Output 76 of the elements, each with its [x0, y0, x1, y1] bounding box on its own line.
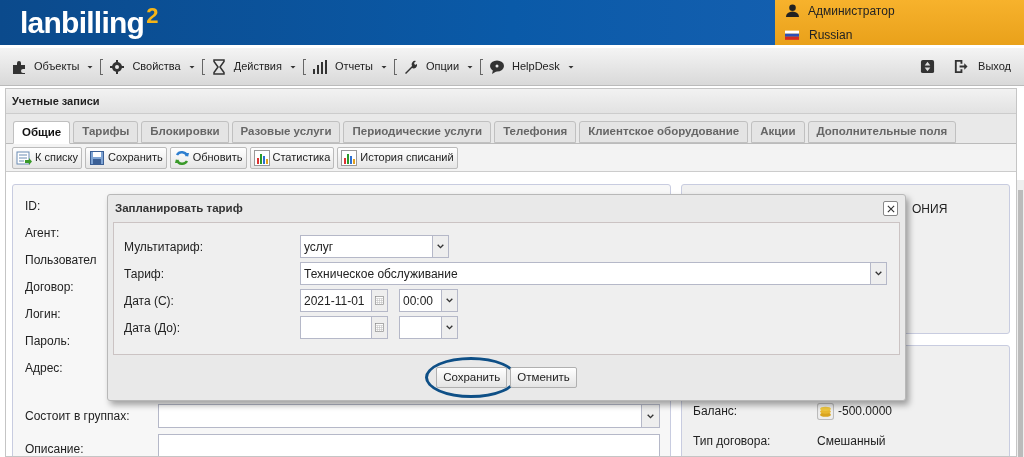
logout-button[interactable]: Выход [953, 58, 1011, 75]
field-label: Дата (До): [124, 319, 182, 337]
field-label: Описание: [25, 441, 85, 456]
logout-icon [953, 59, 969, 74]
close-icon [885, 203, 896, 214]
tab[interactable]: Общие [13, 121, 71, 144]
chevron-down-icon [874, 269, 883, 278]
bar-chart-icon [253, 149, 270, 166]
logo-text: lanbilling [20, 8, 145, 38]
toolbar-button[interactable]: Статистика [249, 146, 335, 169]
tab[interactable]: Разовые услуги [231, 121, 341, 143]
field-label: Пользовател [25, 252, 97, 269]
contract-type-value: Смешанный [817, 433, 886, 450]
balance-value: -500.0000 [838, 403, 893, 420]
field-label: Дата (С): [124, 292, 175, 310]
field-label: Логин: [25, 306, 61, 323]
calendar-icon [374, 295, 385, 306]
date-field[interactable] [300, 316, 388, 339]
tab[interactable]: Тарифы [73, 121, 139, 143]
bar-chart-icon [341, 149, 358, 166]
dialog-button[interactable]: Сохранить [436, 367, 508, 388]
hourglass-icon [210, 58, 227, 75]
time-field[interactable] [399, 316, 458, 339]
tab[interactable]: Периодические услуги [343, 121, 492, 143]
scrollbar[interactable] [1017, 180, 1024, 457]
field-label: Тип договора: [693, 433, 772, 450]
close-button[interactable] [883, 201, 898, 216]
chevron-down-icon [436, 242, 445, 251]
dialog-title: Запланировать тариф [115, 200, 243, 216]
tariff-value: ОНИЯ [912, 202, 948, 216]
bar-chart-icon [311, 58, 328, 75]
dialog-button[interactable]: Отменить [510, 367, 577, 388]
field-label: Тариф: [124, 265, 166, 283]
list-icon [16, 149, 32, 166]
toolbar-button[interactable]: История списаний [337, 146, 458, 169]
menu-item[interactable]: Объекты [9, 58, 97, 75]
toolbar-button[interactable]: К списку [12, 146, 82, 169]
tab[interactable]: Акции [751, 121, 805, 143]
menu-item[interactable]: HelpDesk [487, 58, 577, 75]
field-label: Мультитариф: [124, 238, 204, 256]
menu-item[interactable]: Свойства [107, 58, 198, 75]
menu-item[interactable]: Действия [208, 58, 299, 75]
field-label: Агент: [25, 225, 60, 242]
refresh-icon [173, 149, 190, 166]
field-label: Договор: [25, 279, 74, 296]
time-field[interactable]: 00:00 [399, 289, 458, 312]
field-label: Состоит в группах: [25, 408, 131, 425]
settings-icon [109, 58, 126, 75]
chevron-down-icon [445, 323, 454, 332]
tab[interactable]: Телефония [494, 121, 577, 143]
calendar-icon [374, 322, 385, 333]
field-label: ID: [25, 198, 41, 215]
panel-title: Учетные записи [12, 93, 100, 109]
tab[interactable]: Клиентское оборудование [579, 121, 749, 143]
field-label: Баланс: [693, 403, 739, 420]
select-field[interactable]: услуг [300, 235, 449, 258]
toolbar-button[interactable]: Обновить [169, 146, 247, 169]
toolbar-button[interactable]: Сохранить [85, 146, 167, 169]
tab[interactable]: Дополнительные поля [807, 121, 957, 143]
logo-superscript: 2 [146, 5, 159, 27]
date-field[interactable]: 2021-11-01 [300, 289, 388, 312]
field-label: Адрес: [25, 360, 63, 377]
groups-combo[interactable] [158, 404, 660, 428]
select-field[interactable]: Техническое обслуживание [300, 262, 887, 285]
user-name[interactable]: Администратор [808, 1, 895, 20]
user-icon [785, 3, 800, 18]
field-label: Пароль: [25, 333, 70, 350]
chevron-down-icon [445, 296, 454, 305]
menu-item[interactable]: Опции [400, 58, 477, 75]
menu-item[interactable]: Отчеты [309, 58, 390, 75]
coins-icon [817, 402, 834, 420]
tab[interactable]: Блокировки [141, 121, 229, 143]
chat-icon [489, 58, 506, 75]
floppy-icon [89, 149, 105, 166]
language-link[interactable]: Russian [809, 25, 853, 44]
puzzle-icon [11, 58, 27, 75]
